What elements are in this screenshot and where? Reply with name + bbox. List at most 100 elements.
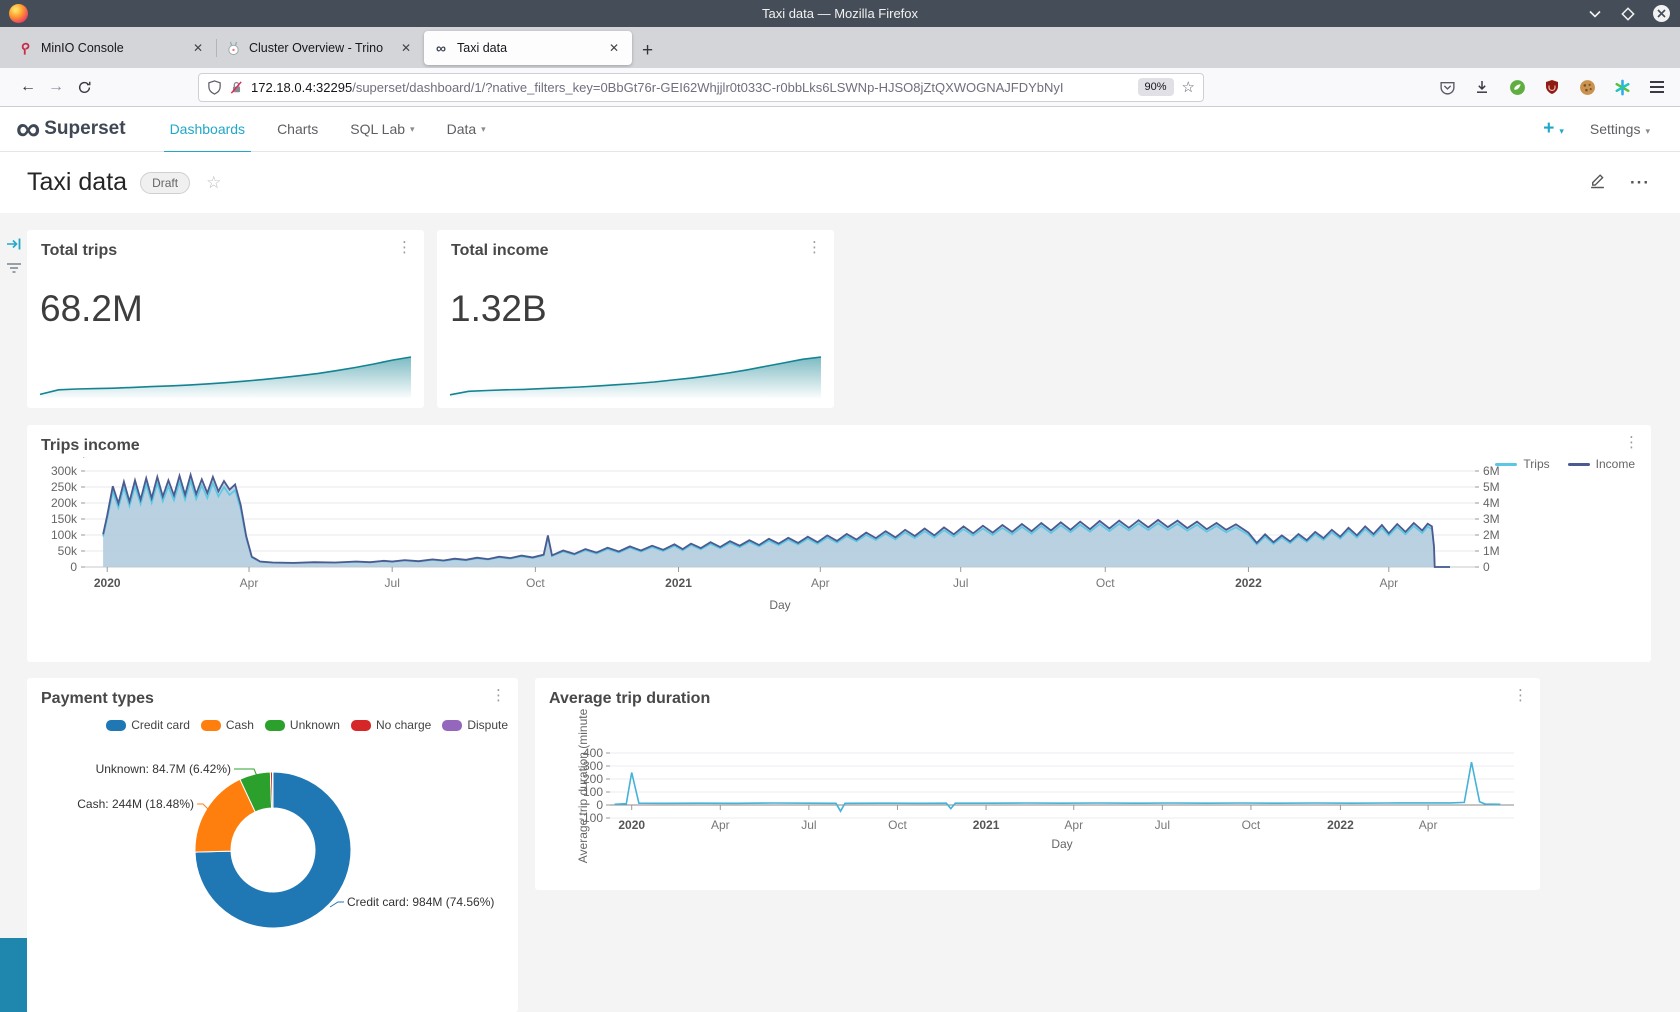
chart-kebab-menu[interactable]: ⋮ xyxy=(807,240,822,257)
ublock-shield-icon[interactable] xyxy=(1543,78,1561,96)
url-path: /superset/dashboard/1/?native_filters_ke… xyxy=(352,80,1063,95)
x-tick-label: 2021 xyxy=(665,576,692,590)
y-tick-label-right: 3M xyxy=(1483,512,1500,526)
asterisk-extension-icon[interactable] xyxy=(1613,78,1631,96)
chart-title: Total income xyxy=(451,242,549,260)
x-tick-label: Jul xyxy=(385,576,400,590)
nav-item-data[interactable]: Data▾ xyxy=(431,107,502,152)
x-tick-label: 2022 xyxy=(1235,576,1262,590)
x-tick-label: Oct xyxy=(888,818,907,832)
duration-series-line xyxy=(615,762,1501,811)
dashboard-menu-ellipsis[interactable]: ··· xyxy=(1630,173,1650,193)
chart-kebab-menu[interactable]: ⋮ xyxy=(397,240,412,257)
tab-minio-console[interactable]: MinIO Console ✕ xyxy=(8,31,216,65)
zoom-level-badge[interactable]: 90% xyxy=(1138,78,1174,96)
chart-kebab-menu[interactable]: ⋮ xyxy=(491,688,506,705)
legend-item-unknown[interactable]: Unknown xyxy=(265,718,340,732)
trips-income-card: Trips income ⋮ TripsIncome TripsIncome30… xyxy=(27,425,1651,662)
total-trips-card: Total trips ⋮ 68.2M xyxy=(27,230,424,408)
filter-bar-strip[interactable] xyxy=(0,938,27,1012)
window-titlebar: Taxi data — Mozilla Firefox xyxy=(0,0,1680,27)
total-income-card: Total income ⋮ 1.32B xyxy=(437,230,834,408)
y-tick-label-left: 0 xyxy=(70,560,77,574)
y-tick-label-left: 50k xyxy=(58,544,78,558)
tab-trino-cluster[interactable]: Cluster Overview - Trino ✕ xyxy=(216,31,424,65)
y-tick-label-left: 250k xyxy=(51,480,78,494)
window-title: Taxi data — Mozilla Firefox xyxy=(0,6,1680,21)
tab-title: MinIO Console xyxy=(41,41,189,55)
legend-item-cash[interactable]: Cash xyxy=(201,718,254,732)
x-tick-label: Apr xyxy=(1419,818,1438,832)
dashboard-content: Total trips ⋮ 68.2M Total income ⋮ 1.32B… xyxy=(0,213,1680,1012)
tab-close-icon[interactable]: ✕ xyxy=(189,39,207,57)
chart-title: Payment types xyxy=(41,690,154,708)
downloads-icon[interactable] xyxy=(1473,78,1491,96)
legend-item-credit-card[interactable]: Credit card xyxy=(106,718,190,732)
edit-pencil-icon[interactable] xyxy=(1589,172,1606,194)
window-close-button[interactable] xyxy=(1653,5,1670,22)
legend-item-dispute[interactable]: Dispute xyxy=(442,718,508,732)
x-tick-label: Apr xyxy=(1064,818,1083,832)
chart-kebab-menu[interactable]: ⋮ xyxy=(1513,688,1528,705)
payment-types-card: Payment types ⋮ Credit card Cash Unknown No… xyxy=(27,678,518,1012)
menu-hamburger-icon[interactable] xyxy=(1648,78,1666,96)
tab-taxi-data[interactable]: ∞ Taxi data ✕ xyxy=(424,31,632,65)
back-button[interactable]: ← xyxy=(14,78,42,96)
chart-kebab-menu[interactable]: ⋮ xyxy=(1624,435,1639,452)
big-number-value: 1.32B xyxy=(450,288,547,330)
filter-funnel-icon[interactable] xyxy=(5,259,23,277)
window-minimize-button[interactable] xyxy=(1587,6,1603,22)
trips-income-chart: TripsIncome300k6M250k5M200k4M150k3M100k2… xyxy=(27,457,1651,662)
favorite-star-icon[interactable]: ☆ xyxy=(206,173,221,193)
nav-item-dashboards[interactable]: Dashboards xyxy=(154,107,262,152)
x-tick-label: Jul xyxy=(1155,818,1170,832)
x-tick-label: 2020 xyxy=(618,818,645,832)
url-bar[interactable]: 172.18.0.4:32295/superset/dashboard/1/?n… xyxy=(198,73,1204,102)
url-text[interactable]: 172.18.0.4:32295/superset/dashboard/1/?n… xyxy=(251,80,1130,95)
reload-button[interactable] xyxy=(70,80,98,95)
payment-types-donut-chart: Unknown: 84.7M (6.42%)Cash: 244M (18.48%… xyxy=(27,742,518,1012)
tab-title: Taxi data xyxy=(457,41,605,55)
y-tick-label-left: 200k xyxy=(51,496,78,510)
settings-menu[interactable]: Settings▾ xyxy=(1590,121,1650,137)
pocket-icon[interactable] xyxy=(1438,78,1456,96)
superset-infinity-icon: ∞ xyxy=(433,40,449,56)
tab-strip: MinIO Console ✕ Cluster Overview - Trino… xyxy=(0,27,1680,68)
avg-trip-duration-card: Average trip duration ⋮ Average trip dur… xyxy=(535,678,1540,890)
y-tick-label: 400 xyxy=(583,746,603,760)
insecure-lock-icon[interactable] xyxy=(229,80,244,95)
dashboard-header: Taxi data Draft ☆ ··· xyxy=(0,152,1680,213)
tab-close-icon[interactable]: ✕ xyxy=(605,39,623,57)
y-tick-label: 300 xyxy=(583,759,603,773)
bookmark-star-icon[interactable]: ☆ xyxy=(1182,78,1195,96)
new-item-plus-button[interactable]: +▾ xyxy=(1543,118,1564,140)
chart-title: Trips income xyxy=(41,437,140,455)
x-tick-label: Apr xyxy=(1379,576,1398,590)
avg-trip-duration-chart: Average trip duration (minute40030020010… xyxy=(535,708,1540,888)
x-tick-label: Apr xyxy=(711,818,730,832)
forward-button[interactable]: → xyxy=(42,78,70,96)
minio-flamingo-icon xyxy=(17,40,33,56)
legend-item-no-charge[interactable]: No charge xyxy=(351,718,431,732)
y-tick-label: -100 xyxy=(579,811,603,825)
chart-legend[interactable]: Credit card Cash Unknown No charge Dispute xyxy=(27,718,508,732)
tab-close-icon[interactable]: ✕ xyxy=(397,39,415,57)
trino-bunny-icon xyxy=(225,40,241,56)
url-host: 172.18.0.4:32295 xyxy=(251,80,352,95)
nav-item-sql-lab[interactable]: SQL Lab▾ xyxy=(334,107,430,152)
y-tick-label: 200 xyxy=(583,772,603,786)
superset-brand[interactable]: ∞ Superset xyxy=(16,118,126,140)
dashboard-title: Taxi data xyxy=(27,168,127,197)
x-tick-label: Oct xyxy=(526,576,545,590)
window-maximize-button[interactable] xyxy=(1620,6,1636,22)
superset-navbar: ∞ Superset DashboardsChartsSQL Lab▾Data▾… xyxy=(0,107,1680,152)
x-tick-label: 2020 xyxy=(94,576,121,590)
privacy-extension-icon[interactable] xyxy=(1508,78,1526,96)
chart-title: Average trip duration xyxy=(549,690,710,708)
nav-item-charts[interactable]: Charts xyxy=(261,107,334,152)
new-tab-button[interactable]: + xyxy=(642,41,653,60)
shield-icon[interactable] xyxy=(207,80,222,95)
y-tick-label: 0 xyxy=(596,798,603,812)
expand-filter-bar-icon[interactable] xyxy=(5,235,23,253)
cookie-extension-icon[interactable] xyxy=(1578,78,1596,96)
